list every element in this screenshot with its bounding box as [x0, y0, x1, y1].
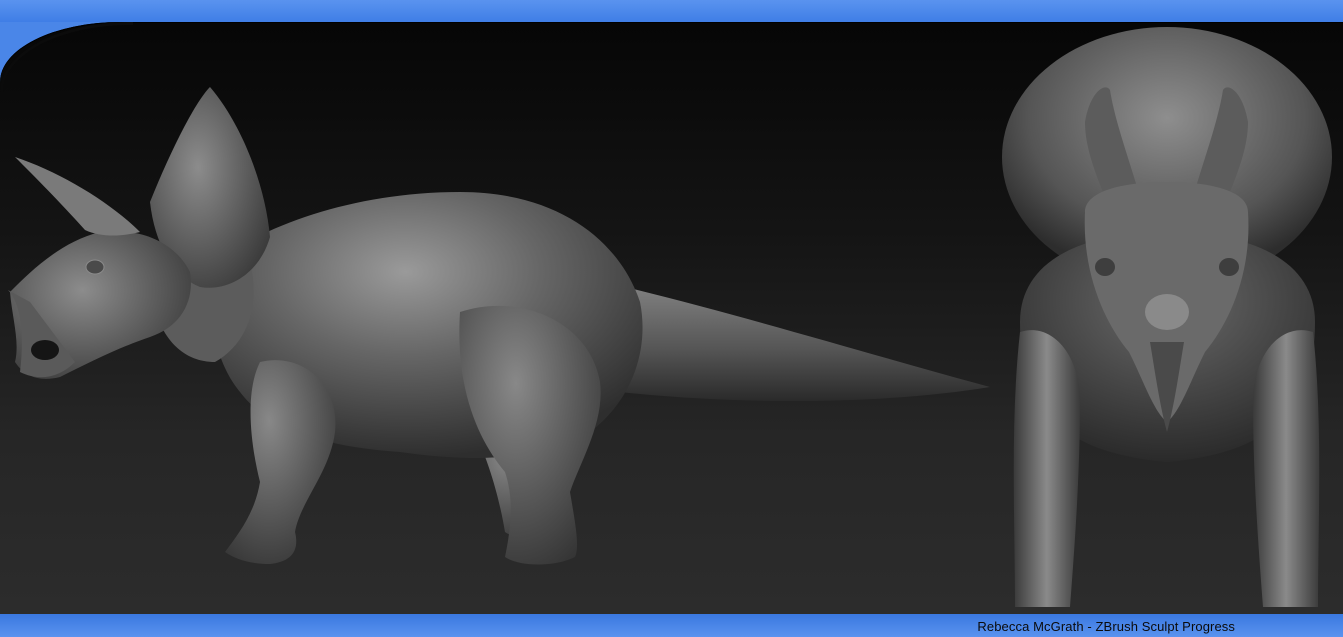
triceratops-side-view	[8, 87, 990, 565]
front-eye-left	[1095, 258, 1115, 276]
triceratops-front-view	[1002, 27, 1332, 607]
top-frame-bar	[0, 0, 1343, 22]
eye	[85, 259, 105, 275]
front-leg-right	[1253, 330, 1320, 607]
front-leg-left	[1013, 330, 1080, 607]
nasal-opening	[1145, 294, 1189, 330]
render-viewport	[0, 22, 1343, 614]
brow-horn	[15, 157, 140, 236]
mouth-opening	[31, 340, 59, 360]
front-eye-right	[1219, 258, 1239, 276]
caption: Rebecca McGrath - ZBrush Sculpt Progress	[977, 619, 1235, 634]
